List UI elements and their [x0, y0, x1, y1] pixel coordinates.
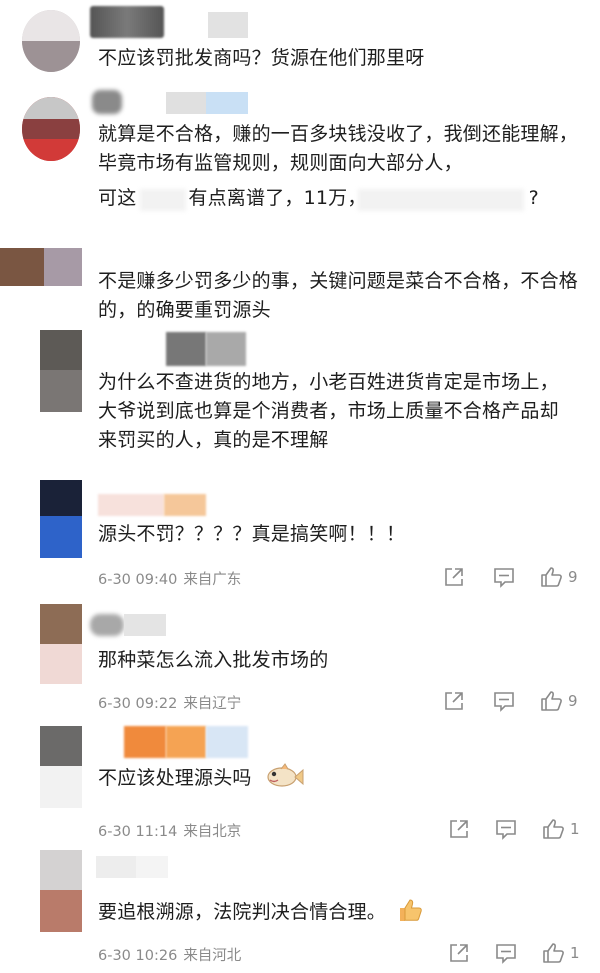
comment-location: 来自辽宁	[183, 696, 242, 712]
username-redacted[interactable]	[166, 92, 206, 114]
redacted-text	[140, 189, 186, 211]
comment-fragment: 有点离谱了，11万，	[188, 187, 367, 209]
share-button[interactable]	[443, 690, 465, 712]
comment-date: 6-30 09:22	[98, 696, 178, 712]
like-count: 1	[570, 820, 580, 838]
username-redacted[interactable]	[124, 614, 166, 636]
avatar[interactable]	[40, 726, 82, 808]
thumbs-up-emoji-icon	[400, 898, 423, 921]
like-button[interactable]: 1	[542, 941, 580, 965]
comment-date: 6-30 10:26	[98, 948, 178, 964]
thumbs-up-icon	[541, 567, 562, 587]
comment-meta: 6-30 11:14 来自北京	[98, 820, 247, 841]
comment-text: 就算是不合格，赚的一百多块钱没收了，我倒还能理解，毕竟市场有监管规则，规则面向大…	[98, 123, 579, 174]
comment-item: 那种菜怎么流入批发市场的 6-30 09:22 来自辽宁 9	[0, 600, 600, 715]
user-badge-redacted	[136, 856, 168, 878]
share-button[interactable]	[448, 818, 470, 840]
comment-icon	[494, 692, 514, 712]
share-button[interactable]	[443, 566, 465, 588]
share-icon	[445, 692, 463, 710]
like-count: 9	[568, 692, 578, 710]
comment-item: 不是赚多少罚多少的事，关键问题是菜合不合格，不合格的，的确要重罚源头	[0, 238, 600, 330]
comment-button[interactable]	[493, 690, 515, 712]
user-badge-redacted	[206, 332, 246, 366]
share-icon	[445, 568, 463, 586]
avatar[interactable]	[40, 850, 82, 932]
user-badge-redacted	[206, 92, 248, 114]
comment-item: 要追根溯源，法院判决合情合理。 6-30 10:26 来自河北 1	[0, 848, 600, 973]
avatar[interactable]	[22, 97, 80, 161]
fish-emoji-icon	[267, 762, 304, 787]
comment-meta: 6-30 09:40 来自广东	[98, 568, 247, 589]
username-redacted[interactable]	[90, 6, 164, 38]
comment-button[interactable]	[495, 942, 517, 964]
comment-item: 为什么不查进货的地方，小老百姓进货肯定是市场上，大爷说到底也算是个消费者，市场上…	[0, 330, 600, 475]
thumbs-up-icon	[541, 691, 562, 711]
share-button[interactable]	[448, 942, 470, 964]
like-count: 1	[570, 944, 580, 962]
avatar[interactable]	[22, 10, 80, 72]
comment-location: 来自北京	[183, 824, 242, 840]
username-redacted[interactable]	[96, 856, 136, 878]
username-redacted[interactable]	[124, 726, 166, 758]
comment-location: 来自河北	[183, 948, 242, 964]
comment-text: 不是赚多少罚多少的事，关键问题是菜合不合格，不合格的，的确要重罚源头	[98, 270, 579, 321]
comment-text: 不应该罚批发商吗？货源在他们那里呀	[98, 47, 425, 69]
comment-button[interactable]	[493, 566, 515, 588]
user-badge-redacted	[206, 726, 248, 758]
like-button[interactable]: 9	[540, 689, 578, 713]
comment-icon	[496, 944, 516, 964]
avatar[interactable]	[40, 480, 82, 558]
comment-meta: 6-30 10:26 来自河北	[98, 944, 247, 965]
comment-fragment: ?	[528, 187, 539, 209]
comment-body: 不应该处理源头吗	[98, 767, 252, 789]
comment-text: 为什么不查进货的地方，小老百姓进货肯定是市场上，大爷说到底也算是个消费者，市场上…	[98, 371, 559, 451]
comment-text: 那种菜怎么流入批发市场的	[98, 649, 329, 671]
comment-date: 6-30 11:14	[98, 824, 178, 840]
thumbs-up-icon	[543, 943, 564, 963]
comment-text: 源头不罚？？？？真是搞笑啊！！！	[98, 523, 406, 545]
comment-fragment: 可这	[98, 187, 137, 209]
share-icon	[450, 820, 468, 838]
redacted-text	[358, 189, 524, 211]
comment-icon	[496, 820, 516, 840]
like-button[interactable]: 9	[540, 565, 578, 589]
comment-item: 不应该罚批发商吗？货源在他们那里呀	[0, 0, 600, 85]
like-count: 9	[568, 568, 578, 586]
comment-location: 来自广东	[183, 572, 242, 588]
like-button[interactable]: 1	[542, 817, 580, 841]
username-redacted[interactable]	[92, 90, 122, 114]
thumbs-up-icon	[543, 819, 564, 839]
avatar[interactable]	[0, 248, 82, 286]
username-redacted[interactable]	[90, 614, 124, 636]
avatar[interactable]	[40, 604, 82, 684]
username-redacted[interactable]	[166, 726, 206, 758]
comment-item: 就算是不合格，赚的一百多块钱没收了，我倒还能理解，毕竟市场有监管规则，规则面向大…	[0, 85, 600, 225]
user-badge-redacted	[164, 494, 206, 516]
username-redacted[interactable]	[98, 494, 164, 516]
username-redacted[interactable]	[166, 332, 206, 366]
user-badge-redacted	[208, 12, 248, 38]
comment-date: 6-30 09:40	[98, 572, 178, 588]
share-icon	[450, 944, 468, 962]
comment-text: 不应该处理源头吗	[98, 762, 588, 793]
comment-meta: 6-30 09:22 来自辽宁	[98, 692, 247, 713]
comment-text: 要追根溯源，法院判决合情合理。	[98, 898, 588, 927]
comment-item: 源头不罚？？？？真是搞笑啊！！！ 6-30 09:40 来自广东 9	[0, 478, 600, 593]
comment-body: 要追根溯源，法院判决合情合理。	[98, 901, 387, 923]
comment-item: 不应该处理源头吗 6-30 11:14 来自北京 1	[0, 722, 600, 847]
avatar[interactable]	[40, 330, 82, 412]
comment-icon	[494, 568, 514, 588]
comment-button[interactable]	[495, 818, 517, 840]
